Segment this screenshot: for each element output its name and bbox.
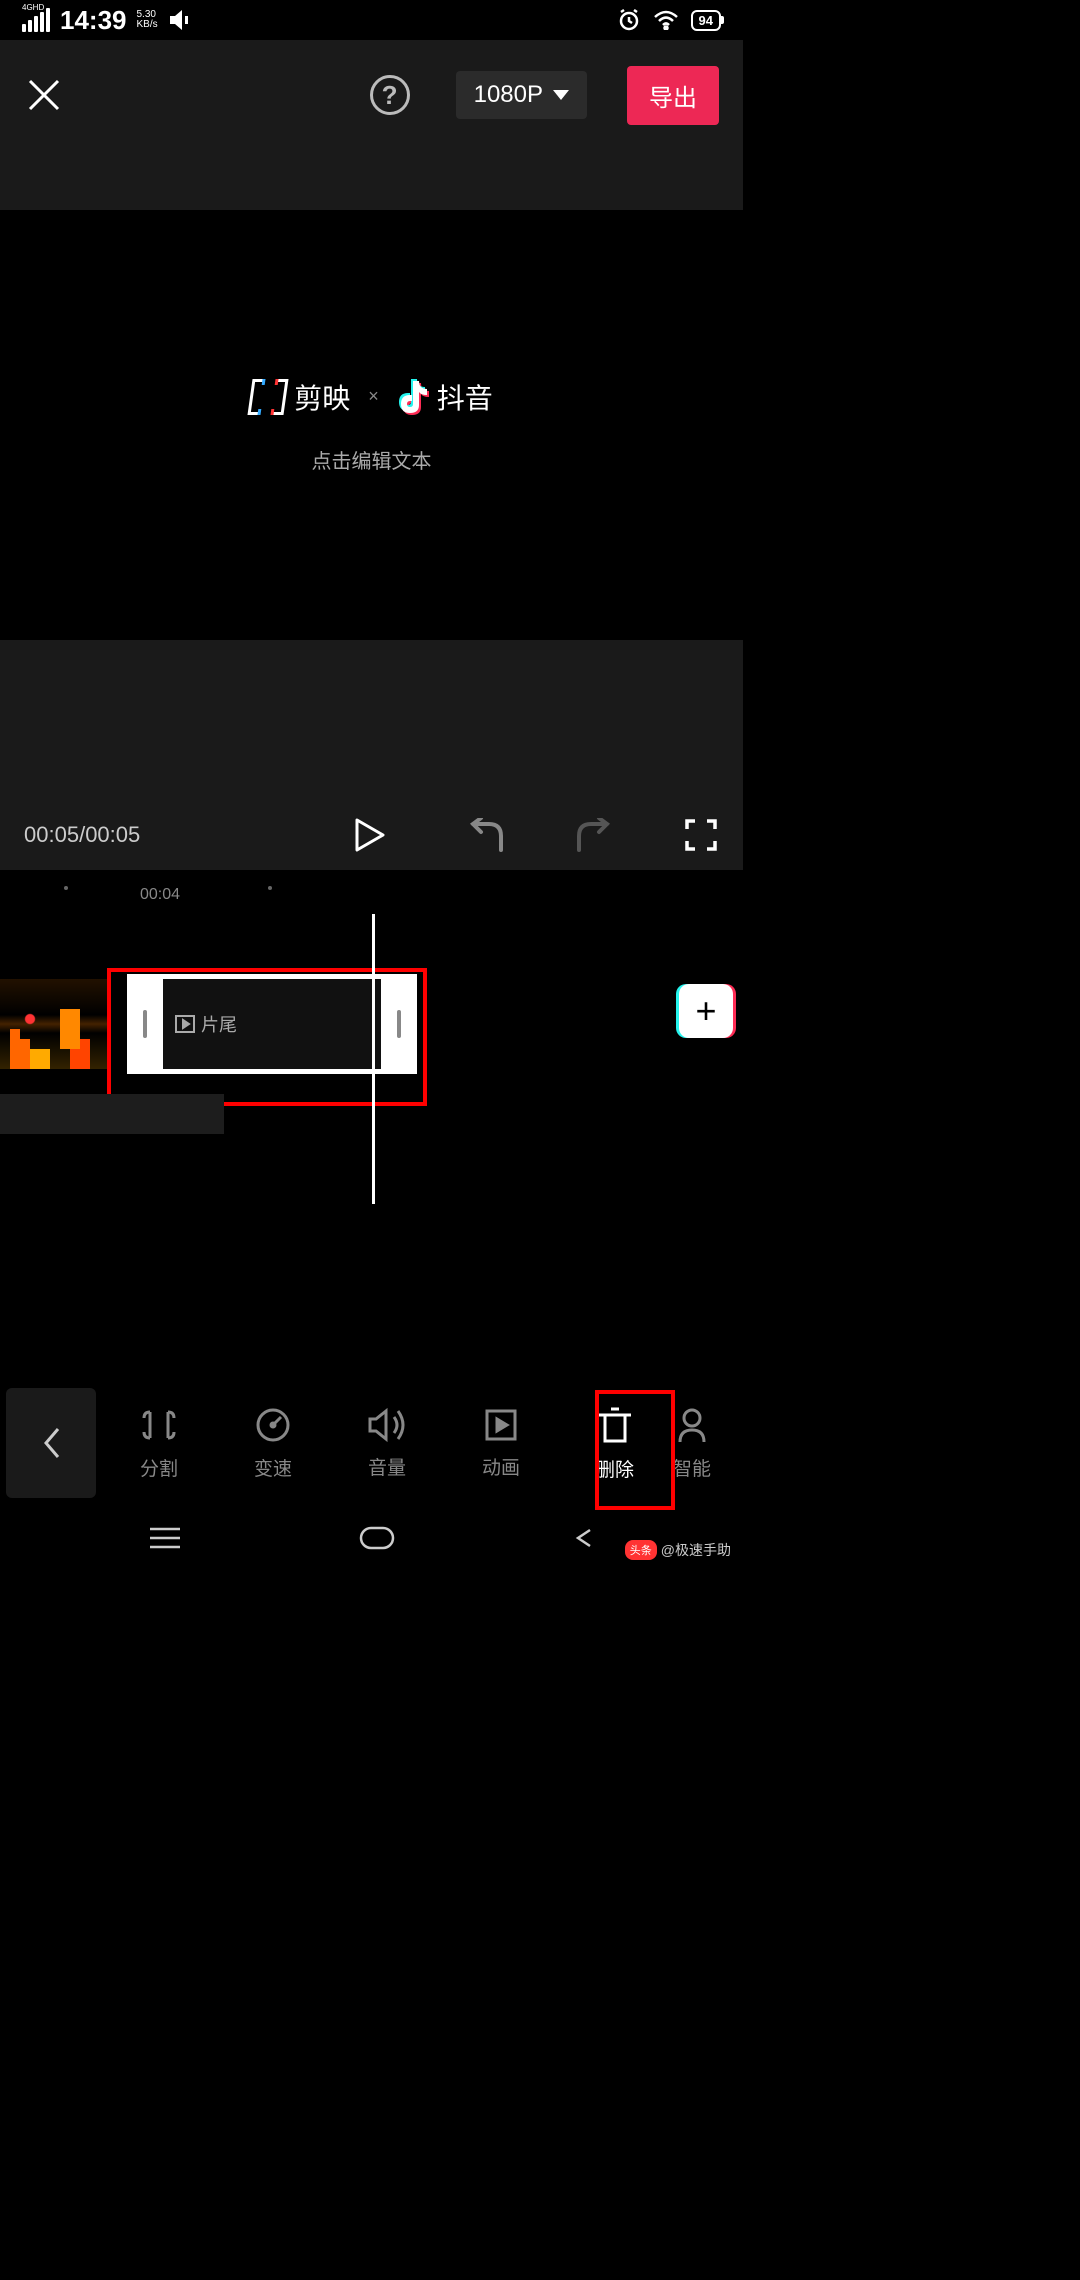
- signal-icon: 4GHD: [22, 8, 50, 32]
- outro-logos: 剪映 × 抖音: [250, 377, 493, 417]
- wifi-icon: [653, 10, 679, 30]
- status-time: 14:39: [60, 5, 127, 36]
- smart-icon: [674, 1406, 710, 1444]
- fullscreen-button[interactable]: [683, 817, 719, 853]
- jianying-icon: [248, 379, 289, 415]
- tool-split[interactable]: 分割: [102, 1406, 216, 1481]
- audio-track-placeholder[interactable]: [0, 1094, 224, 1134]
- toolbar-back-button[interactable]: [6, 1388, 96, 1498]
- export-button[interactable]: 导出: [627, 66, 719, 125]
- timecode: 00:05/00:05: [24, 822, 140, 848]
- add-clip-button[interactable]: +: [679, 984, 733, 1038]
- timeline-ruler[interactable]: 00:04: [0, 870, 743, 914]
- animation-icon: [483, 1407, 519, 1443]
- edit-text-hint[interactable]: 点击编辑文本: [312, 445, 432, 474]
- split-icon: [140, 1406, 178, 1444]
- video-clip-thumb[interactable]: [0, 979, 110, 1069]
- network-speed: 5.30 KB/s: [137, 10, 158, 30]
- undo-button[interactable]: [467, 818, 505, 852]
- resolution-dropdown[interactable]: 1080P: [456, 71, 587, 119]
- annotation-delete-highlight: [595, 1390, 675, 1510]
- volume-muted-icon: [168, 9, 192, 31]
- volume-icon: [366, 1407, 408, 1443]
- nav-back-icon[interactable]: [572, 1526, 596, 1550]
- nav-menu-icon[interactable]: [148, 1526, 182, 1550]
- annotation-clip-highlight: [107, 968, 427, 1106]
- alarm-icon: [617, 8, 641, 32]
- close-button[interactable]: [24, 75, 64, 115]
- tool-animation[interactable]: 动画: [444, 1407, 558, 1480]
- tool-smart[interactable]: 智能: [672, 1406, 712, 1481]
- help-button[interactable]: ?: [370, 75, 410, 115]
- play-button[interactable]: [353, 816, 387, 854]
- tool-volume[interactable]: 音量: [330, 1407, 444, 1480]
- playback-controls: 00:05/00:05: [0, 800, 743, 870]
- video-preview[interactable]: 剪映 × 抖音 点击编辑文本: [0, 210, 743, 640]
- status-bar: 4GHD 14:39 5.30 KB/s 94: [0, 0, 743, 40]
- editor-header: ? 1080P 导出: [0, 40, 743, 150]
- chevron-down-icon: [553, 90, 569, 100]
- nav-home-icon[interactable]: [357, 1526, 397, 1550]
- tool-speed[interactable]: 变速: [216, 1406, 330, 1481]
- playhead[interactable]: [372, 914, 375, 1204]
- watermark: 头条 @极速手助: [625, 1540, 731, 1560]
- douyin-icon: [397, 379, 429, 415]
- timeline[interactable]: 片尾 +: [0, 914, 743, 1304]
- speed-icon: [254, 1406, 292, 1444]
- redo-button[interactable]: [575, 818, 613, 852]
- battery-indicator: 94: [691, 10, 721, 31]
